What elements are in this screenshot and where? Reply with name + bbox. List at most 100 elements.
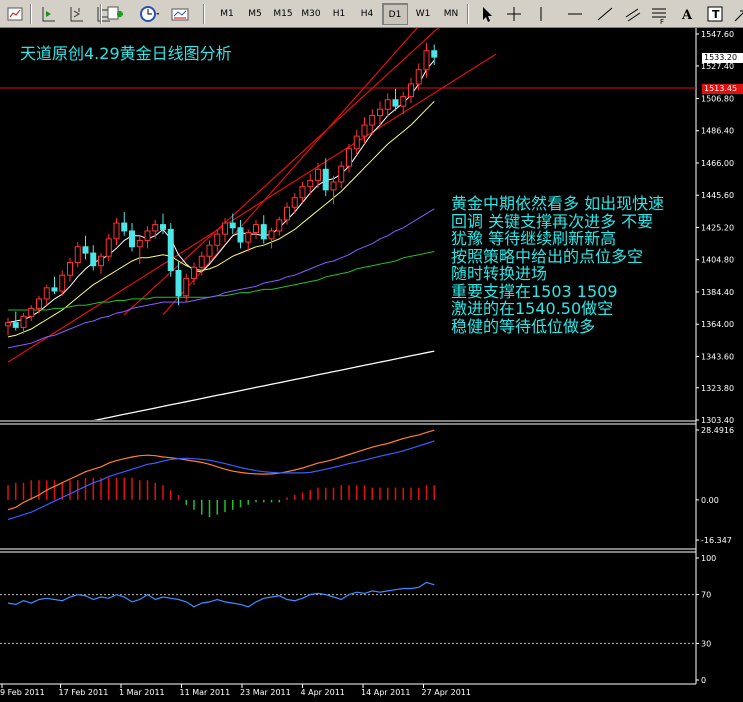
axis-tick-label: 1547.60 <box>701 30 734 39</box>
candle-body <box>392 99 399 107</box>
zoom-icon[interactable] <box>65 3 87 25</box>
candle-body <box>160 224 166 230</box>
timeframe-button-m1[interactable]: M1 <box>214 3 240 25</box>
candle-body <box>431 50 438 58</box>
chart-toolbar: M1 M5 M15 M30 H1 H4 D1 W1 MN F A T <box>0 0 743 28</box>
label-icon[interactable] <box>169 3 191 25</box>
candle-body <box>423 50 430 71</box>
trendline <box>162 28 418 316</box>
candle-body <box>121 222 128 232</box>
candle-body <box>59 274 66 292</box>
candle-body <box>253 224 259 234</box>
timeframe-button-w1[interactable]: W1 <box>410 3 436 25</box>
macd-line <box>7 440 435 521</box>
analysis-line: 稳健的等待低位做多 <box>451 316 596 336</box>
candle-body <box>28 307 35 317</box>
analysis-line: 随时转换进场 <box>451 264 548 283</box>
horizontal-line-price-tag: 1513.45 <box>702 84 743 94</box>
candle-body <box>198 255 205 268</box>
x-tick-label: 9 Feb 2011 <box>0 688 45 697</box>
candle-body <box>338 165 345 183</box>
new-order-icon[interactable] <box>104 3 126 25</box>
candle-body <box>90 252 97 267</box>
cursor-icon[interactable] <box>476 3 498 25</box>
candle-body <box>369 115 376 126</box>
horizontal-line-icon[interactable] <box>564 3 586 25</box>
candle-body <box>276 219 283 232</box>
axis-tick-label: 1445.60 <box>701 191 734 200</box>
candle-body <box>67 262 73 276</box>
candle-body <box>384 99 391 110</box>
trendline <box>7 53 497 363</box>
axis-tick-label: 1404.80 <box>701 256 734 265</box>
macd-line <box>7 429 435 511</box>
analysis-line: 犹豫 等待继续刷新新高 <box>451 229 617 248</box>
axis-tick-label: 1506.80 <box>701 94 734 103</box>
candle-body <box>408 83 414 98</box>
svg-text:A: A <box>681 8 693 23</box>
x-tick-label: 1 Mar 2011 <box>119 688 165 697</box>
text-icon[interactable]: A <box>676 3 698 25</box>
candle-body <box>191 266 197 279</box>
axis-tick-label: 1384.40 <box>701 288 734 297</box>
analysis-line: 激进的在1540.50做空 <box>451 299 614 318</box>
svg-text:F: F <box>660 18 664 25</box>
moving-average-yellow <box>7 100 435 338</box>
candle-body <box>36 298 42 309</box>
fibonacci-icon[interactable]: F <box>648 3 670 25</box>
moving-average-purple <box>7 208 435 349</box>
indicator-list-icon[interactable] <box>4 3 26 25</box>
axis-tick-label: 100 <box>701 554 716 563</box>
chart-title-annotation: 天道原创4.29黄金日线图分析 <box>20 44 232 63</box>
timeframe-button-d1[interactable]: D1 <box>382 3 408 25</box>
arrow-icon[interactable] <box>731 3 743 25</box>
timeframe-button-m15[interactable]: M15 <box>270 3 296 25</box>
candle-body <box>400 96 407 107</box>
moving-average-green <box>8 251 435 311</box>
analysis-line: 黄金中期依然看多 如出现快速 <box>451 194 665 213</box>
toolbar-separator <box>203 4 205 24</box>
axis-tick-label: 1466.00 <box>701 159 734 168</box>
candle-body <box>167 228 174 271</box>
candle-body <box>284 206 290 221</box>
crosshair-icon[interactable] <box>503 3 525 25</box>
candle-body <box>214 233 221 246</box>
axis-tick-label: 1364.00 <box>701 320 734 329</box>
timeframe-button-m30[interactable]: M30 <box>298 3 324 25</box>
candle-body <box>136 239 143 248</box>
candle-body <box>12 322 19 328</box>
x-tick-label: 14 Apr 2011 <box>361 688 410 697</box>
axis-tick-label: 1425.20 <box>701 223 734 232</box>
candle-body <box>315 168 321 181</box>
candle-body <box>129 230 135 248</box>
candle-body <box>51 287 58 292</box>
timeframe-button-mn[interactable]: MN <box>438 3 464 25</box>
axis-tick-label: 1343.60 <box>701 352 734 361</box>
timeframe-button-h1[interactable]: H1 <box>326 3 352 25</box>
candle-body <box>260 224 267 240</box>
navigator-icon[interactable] <box>37 3 59 25</box>
timeframe-button-h4[interactable]: H4 <box>354 3 380 25</box>
axis-tick-label: 28.4916 <box>701 426 734 435</box>
candle-body <box>5 322 11 327</box>
text-label-icon[interactable]: T <box>704 3 726 25</box>
candle-body <box>222 222 228 235</box>
candle-body <box>43 287 50 300</box>
vertical-line-icon[interactable] <box>530 3 552 25</box>
toolbar-separator <box>30 4 32 24</box>
x-tick-label: 4 Apr 2011 <box>301 688 345 697</box>
candle-body <box>322 168 329 191</box>
channel-icon[interactable] <box>622 3 644 25</box>
candle-body <box>415 69 422 85</box>
x-tick-label: 11 Mar 2011 <box>180 688 231 697</box>
trendline-icon[interactable] <box>594 3 616 25</box>
axis-tick-label: 0.00 <box>701 496 719 505</box>
axis-tick-label: 1486.40 <box>701 127 734 136</box>
candle-body <box>377 108 383 117</box>
x-tick-label: 17 Feb 2011 <box>59 688 109 697</box>
timeframe-button-m5[interactable]: M5 <box>242 3 268 25</box>
price-chart[interactable]: 1547.60 1527.40 1506.80 1486.40 1466.00 1445.… <box>0 28 743 702</box>
candle-body <box>98 255 104 267</box>
candle-body <box>105 238 112 257</box>
clock-icon[interactable] <box>137 3 159 25</box>
